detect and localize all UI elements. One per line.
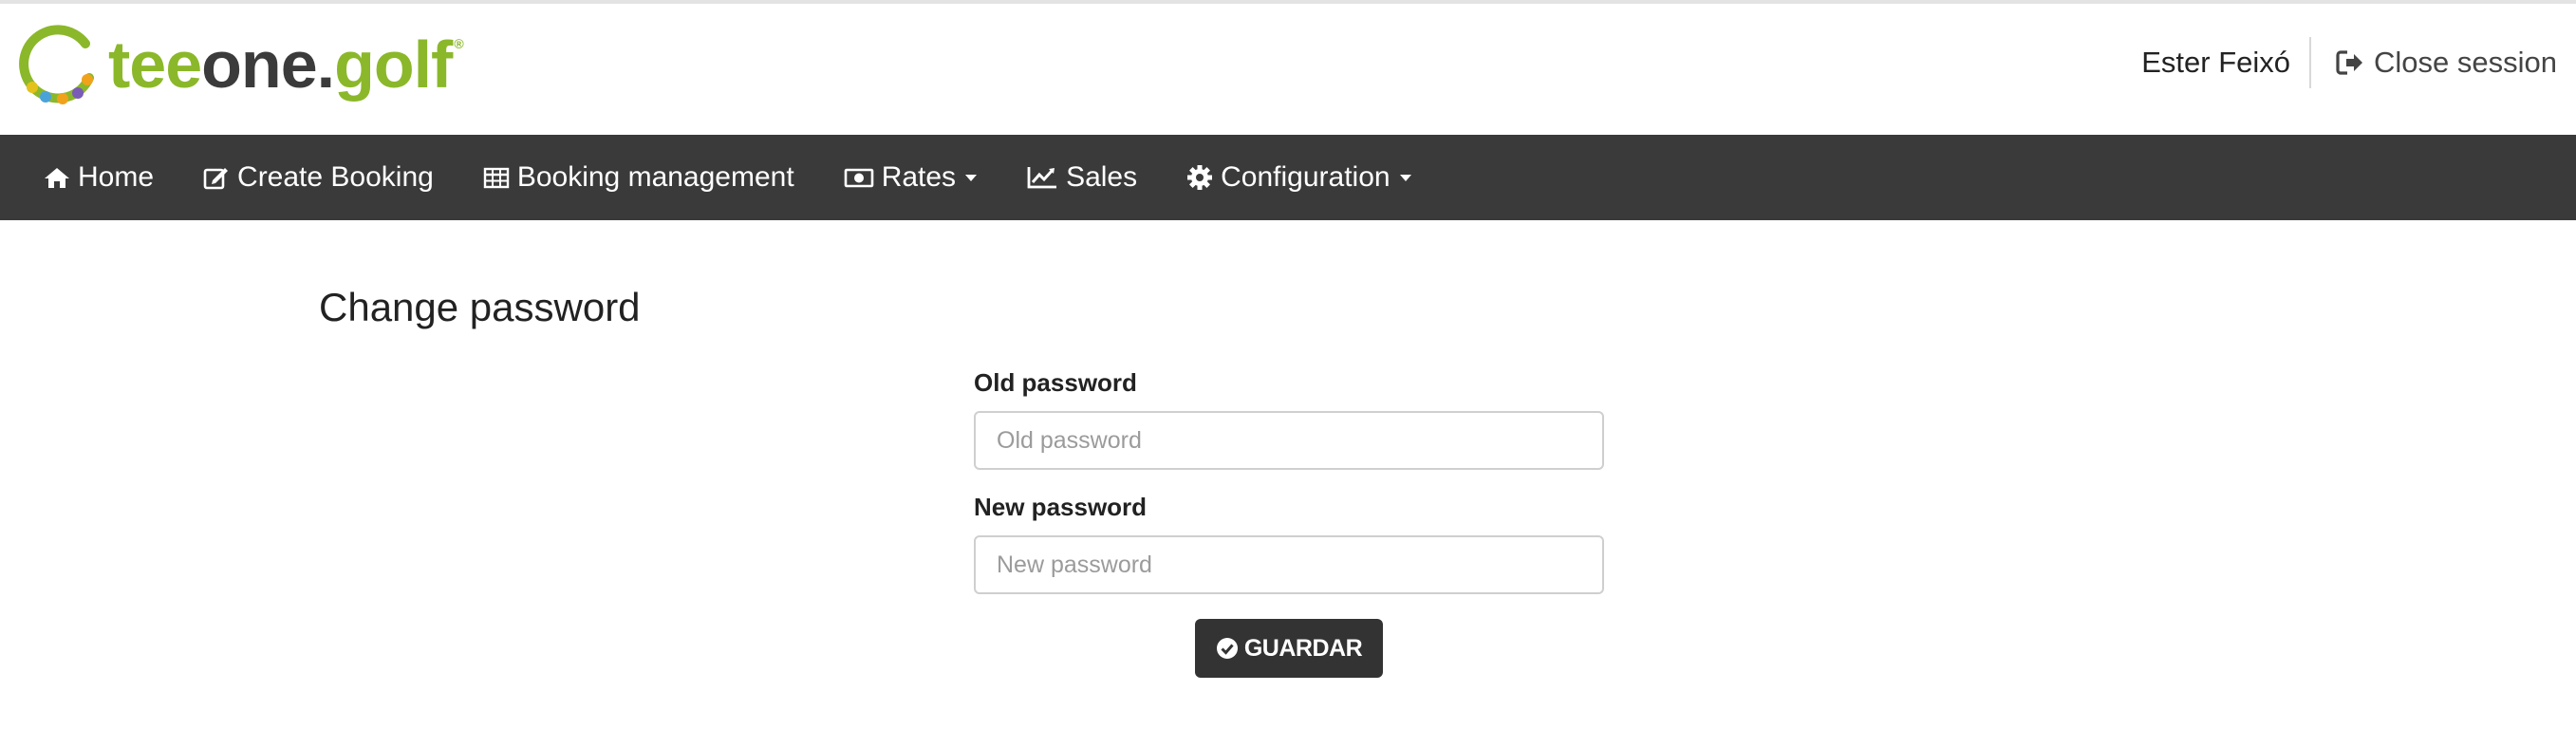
money-icon (844, 168, 873, 188)
logo-text-golf: golf (334, 28, 453, 102)
chevron-down-icon (1399, 174, 1411, 181)
line-chart-icon (1027, 167, 1057, 189)
new-password-input[interactable] (974, 535, 1604, 594)
nav-item-sales[interactable]: Sales (1026, 161, 1137, 194)
nav-item-booking-management[interactable]: Booking management (483, 161, 794, 194)
registered-mark: ® (454, 36, 463, 51)
nav-item-create-booking[interactable]: Create Booking (203, 161, 434, 194)
nav-item-configuration[interactable]: Configuration (1186, 161, 1411, 194)
nav-item-rates[interactable]: Rates (844, 161, 978, 194)
sign-out-icon (2336, 50, 2363, 75)
check-circle-icon (1216, 638, 1238, 659)
user-area: Ester Feixó Close session (2141, 36, 2557, 89)
nav-item-label: Rates (881, 161, 957, 193)
old-password-label: Old password (974, 368, 1137, 397)
header: teeone.golf ® Ester Feixó Close session (0, 4, 2576, 135)
chevron-down-icon (965, 174, 978, 181)
logo-ring-icon (19, 25, 94, 104)
nav-item-label: Create Booking (237, 161, 434, 193)
close-session-label: Close session (2374, 46, 2557, 79)
nav-item-label: Home (78, 161, 155, 193)
nav-item-label: Configuration (1221, 161, 1391, 193)
nav-item-label: Sales (1066, 161, 1138, 193)
logo-text-tee: tee (108, 28, 202, 102)
main-navbar: Home Create Booking Booking management R… (0, 135, 2576, 220)
old-password-input[interactable] (974, 411, 1604, 470)
page-title: Change password (319, 285, 641, 329)
gear-icon (1187, 165, 1213, 190)
change-password-form: Old password New password GUARDAR (974, 368, 1604, 678)
table-icon (483, 167, 510, 189)
logo-text-one: one. (201, 28, 335, 102)
logo[interactable]: teeone.golf ® (17, 23, 464, 106)
logo-text: teeone.golf ® (108, 31, 464, 98)
close-session-link[interactable]: Close session (2311, 46, 2557, 80)
user-name[interactable]: Ester Feixó (2141, 46, 2309, 80)
edit-icon (203, 168, 229, 190)
home-icon (45, 168, 69, 188)
old-password-group: Old password (974, 368, 1604, 470)
save-button-label: GUARDAR (1243, 634, 1363, 662)
button-row: GUARDAR (974, 619, 1604, 678)
new-password-label: New password (974, 493, 1148, 521)
nav-item-label: Booking management (516, 161, 794, 193)
nav-item-home[interactable]: Home (44, 161, 154, 194)
new-password-group: New password (974, 493, 1604, 594)
save-button[interactable]: GUARDAR (1194, 619, 1384, 678)
